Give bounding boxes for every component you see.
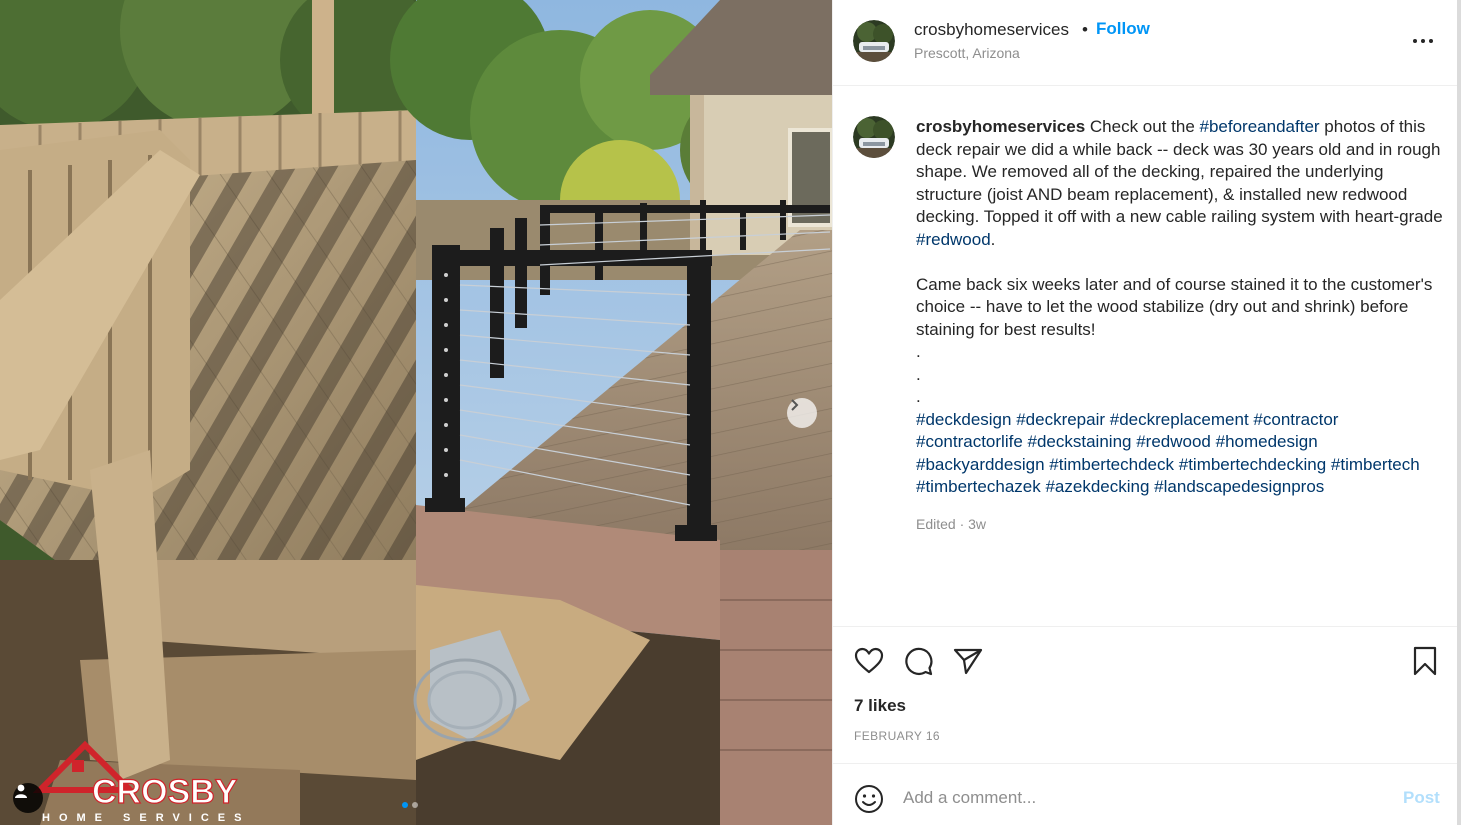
caption-paragraph-1: crosbyhomeservices Check out the #before… <box>916 116 1446 251</box>
hashtag-link[interactable]: #redwood <box>1136 432 1211 451</box>
post-header: crosbyhomeservices • Follow Prescott, Ar… <box>833 0 1459 86</box>
tagged-users-button[interactable] <box>13 783 43 813</box>
caption-dot: . <box>916 387 921 406</box>
hashtag-link[interactable]: #timbertechazek <box>916 477 1041 496</box>
emoji-picker-button[interactable] <box>853 783 885 815</box>
hashtag-link[interactable]: #landscapedesignpros <box>1154 477 1324 496</box>
hashtag-link[interactable]: #deckstaining <box>1028 432 1132 451</box>
more-options-button[interactable] <box>1411 31 1435 51</box>
watermark-sub: HOME SERVICES <box>42 812 251 824</box>
post-sidebar: crosbyhomeservices • Follow Prescott, Ar… <box>832 0 1459 825</box>
hashtag-link[interactable]: #redwood <box>916 230 991 249</box>
hashtag-link[interactable]: #contractor <box>1253 410 1338 429</box>
caption-section: crosbyhomeservices Check out the #before… <box>833 86 1459 627</box>
hashtag-link[interactable]: #timbertechdecking <box>1179 455 1326 474</box>
comment-input[interactable] <box>903 784 1373 812</box>
watermark-brand: CROSBY <box>92 773 238 811</box>
avatar-image <box>853 116 895 158</box>
bookmark-icon <box>1413 646 1437 676</box>
carousel-dot <box>412 802 418 808</box>
hashtag-link[interactable]: #backyarddesign <box>916 455 1045 474</box>
separator-bullet: • <box>1082 20 1088 39</box>
hashtag-link[interactable]: #beforeandafter <box>1200 117 1320 136</box>
avatar[interactable] <box>853 116 895 158</box>
share-button[interactable] <box>952 645 984 677</box>
person-tag-icon <box>15 784 27 798</box>
more-options-icon <box>1413 39 1433 43</box>
post-author-username[interactable]: crosbyhomeservices <box>914 20 1069 40</box>
follow-button[interactable]: Follow <box>1096 19 1150 39</box>
post-caption: crosbyhomeservices Check out the #before… <box>916 116 1446 499</box>
hashtag-link[interactable]: #timbertechdeck <box>1049 455 1174 474</box>
chevron-right-icon <box>791 399 799 411</box>
caption-text: Check out the <box>1089 117 1200 136</box>
hashtag-link[interactable]: #azekdecking <box>1045 477 1149 496</box>
paper-plane-icon <box>953 648 983 675</box>
post-media[interactable]: CROSBY HOME SERVICES <box>0 0 832 825</box>
smiley-icon <box>855 785 883 813</box>
caption-dot: . <box>916 342 921 361</box>
avatar[interactable] <box>853 20 895 62</box>
hashtag-link[interactable]: #deckrepair <box>1016 410 1105 429</box>
caption-text: . <box>990 229 996 249</box>
edited-timestamp: Edited · 3w <box>916 516 987 532</box>
save-button[interactable] <box>1409 645 1441 677</box>
hashtag-link[interactable]: #timbertech <box>1331 455 1420 474</box>
next-photo-button[interactable] <box>787 398 817 428</box>
caption-dot: . <box>916 364 921 384</box>
heart-icon <box>854 647 884 674</box>
avatar-image <box>853 20 895 62</box>
carousel-indicator <box>402 802 418 808</box>
hashtag-link[interactable]: #contractorlife <box>916 432 1023 451</box>
hashtag-link[interactable]: #homedesign <box>1216 432 1318 451</box>
caption-username[interactable]: crosbyhomeservices <box>916 117 1085 136</box>
hashtag-link[interactable]: #deckdesign <box>916 410 1011 429</box>
hashtag-list: #deckdesign #deckrepair #deckreplacement… <box>916 409 1446 499</box>
carousel-dot <box>402 802 408 808</box>
comment-composer: Post <box>833 763 1459 825</box>
window-edge <box>1457 0 1461 825</box>
like-count[interactable]: 7 likes <box>854 696 906 716</box>
post-actions: 7 likes FEBRUARY 16 <box>833 627 1459 763</box>
caption-paragraph-2: Came back six weeks later and of course … <box>916 274 1433 339</box>
like-button[interactable] <box>853 645 885 677</box>
before-after-deck-photo: CROSBY HOME SERVICES <box>0 0 832 825</box>
post-location[interactable]: Prescott, Arizona <box>914 45 1020 61</box>
post-comment-button[interactable]: Post <box>1403 788 1440 808</box>
post-date: FEBRUARY 16 <box>854 729 940 743</box>
comment-bubble-icon <box>905 647 933 676</box>
comment-button[interactable] <box>902 645 934 677</box>
hashtag-link[interactable]: #deckreplacement <box>1110 410 1249 429</box>
